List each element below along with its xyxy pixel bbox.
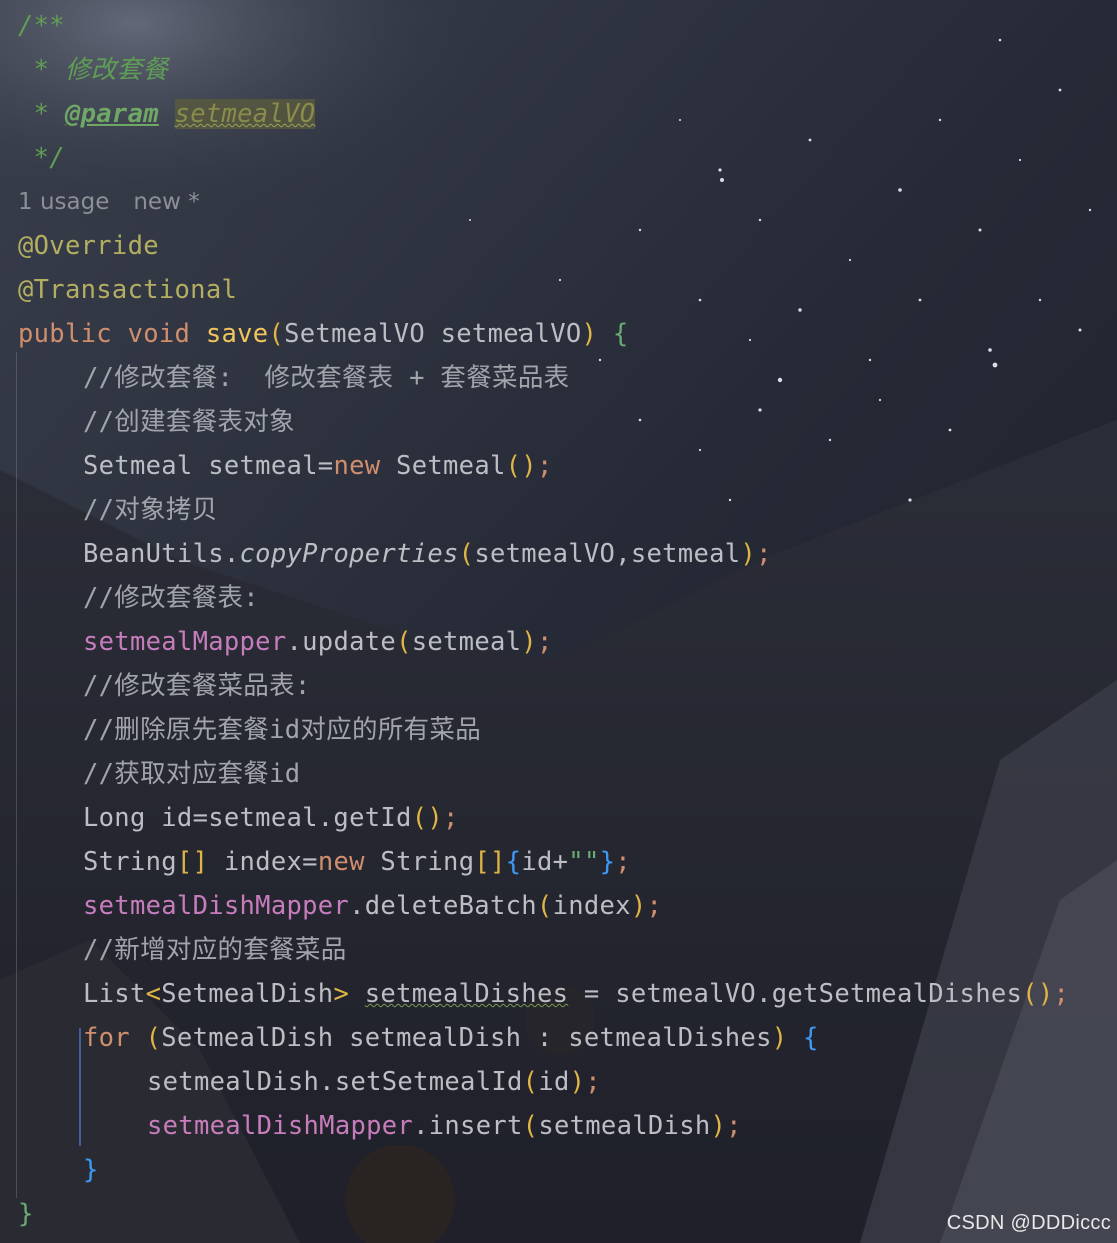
code-comment: //新增对应的套餐菜品 bbox=[83, 935, 347, 965]
code-comment: //修改套餐菜品表: bbox=[83, 671, 311, 701]
param-name: setmealVO bbox=[174, 99, 316, 129]
annotation-transactional: @Transactional bbox=[18, 275, 238, 305]
javadoc-close: */ bbox=[18, 143, 65, 173]
code-line: for (SetmealDish setmealDish : setmealDi… bbox=[83, 1023, 819, 1053]
code-line: List<SetmealDish> setmealDishes = setmea… bbox=[83, 979, 1070, 1009]
code-line: setmealDishMapper.deleteBatch(index); bbox=[83, 891, 663, 921]
javadoc-open: /** bbox=[18, 11, 65, 41]
code-line: String[] index=new String[]{id+""}; bbox=[83, 847, 631, 877]
code-comment: //对象拷贝 bbox=[83, 495, 218, 525]
method-signature: public void save(SetmealVO setmealVO) { bbox=[18, 319, 629, 349]
author-hint[interactable]: new * bbox=[133, 189, 199, 215]
code-line: setmealMapper.update(setmeal); bbox=[83, 627, 553, 657]
annotation-override: @Override bbox=[18, 231, 159, 261]
for-close-brace: } bbox=[83, 1155, 99, 1185]
code-comment: //删除原先套餐id对应的所有菜品 bbox=[83, 715, 482, 745]
indent-guide bbox=[16, 352, 17, 1198]
code-line: setmealDish.setSetmealId(id); bbox=[147, 1067, 601, 1097]
code-comment: //获取对应套餐id bbox=[83, 759, 301, 789]
code-editor[interactable]: /** * 修改套餐 * @param setmealVO */ 1 usage… bbox=[0, 0, 1117, 1243]
code-comment: //修改套餐表: bbox=[83, 583, 259, 613]
code-line: Long id=setmeal.getId(); bbox=[83, 803, 459, 833]
javadoc-param: * @param setmealVO bbox=[18, 99, 316, 129]
csdn-watermark: CSDN @DDDiccc bbox=[946, 1212, 1111, 1234]
code-line: setmealDishMapper.insert(setmealDish); bbox=[147, 1111, 742, 1141]
code-comment: //创建套餐表对象 bbox=[83, 407, 295, 437]
param-tag: @param bbox=[64, 99, 159, 129]
usages-hint[interactable]: 1 usage bbox=[18, 189, 109, 215]
code-line: Setmeal setmeal=new Setmeal(); bbox=[83, 451, 553, 481]
method-close-brace: } bbox=[18, 1199, 34, 1229]
inlay-hints: 1 usage new * bbox=[18, 180, 224, 224]
javadoc-description: * 修改套餐 bbox=[18, 55, 169, 85]
code-comment: //修改套餐: 修改套餐表 + 套餐菜品表 bbox=[83, 363, 570, 393]
indent-guide-active bbox=[79, 1028, 81, 1146]
code-line: BeanUtils.copyProperties(setmealVO,setme… bbox=[83, 539, 772, 569]
